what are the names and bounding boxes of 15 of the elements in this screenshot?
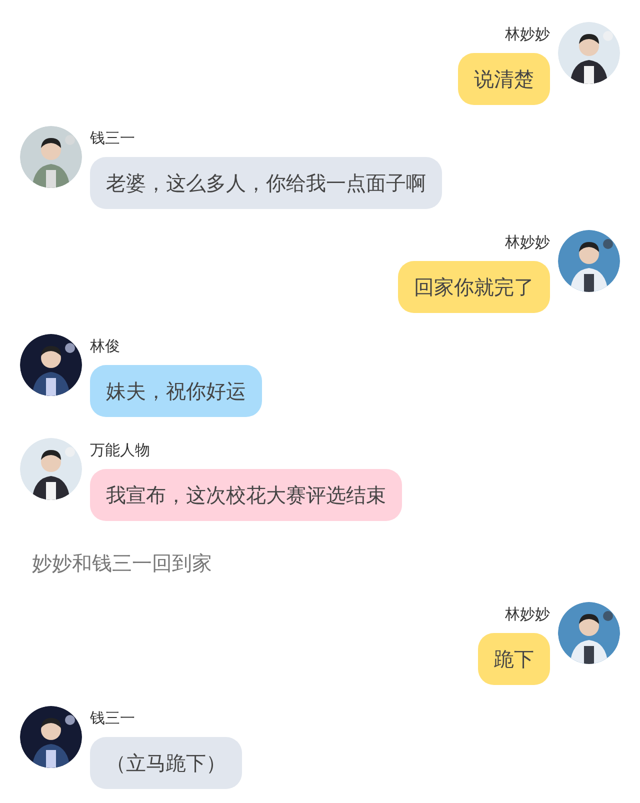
sender-name: 万能人物	[90, 440, 151, 460]
message-bubble: 我宣布，这次校花大赛评选结束	[90, 469, 402, 521]
sender-name: 林妙妙	[505, 24, 550, 44]
message-bubble: 老婆，这么多人，你给我一点面子啊	[90, 157, 442, 209]
sender-name: 林妙妙	[505, 604, 550, 624]
message-bubble: 说清楚	[458, 53, 550, 105]
message-bubble: （立马跪下）	[90, 737, 242, 789]
sender-name: 林妙妙	[505, 232, 550, 252]
narration-text: 妙妙和钱三一回到家	[31, 550, 213, 576]
sender-name: 钱三一	[90, 128, 136, 148]
message-bubble: 回家你就完了	[398, 261, 550, 313]
message-bubble: 妹夫，祝你好运	[90, 365, 262, 417]
sender-name: 钱三一	[90, 708, 136, 728]
sender-name: 林俊	[90, 336, 121, 356]
message-bubble: 跪下	[478, 633, 550, 685]
